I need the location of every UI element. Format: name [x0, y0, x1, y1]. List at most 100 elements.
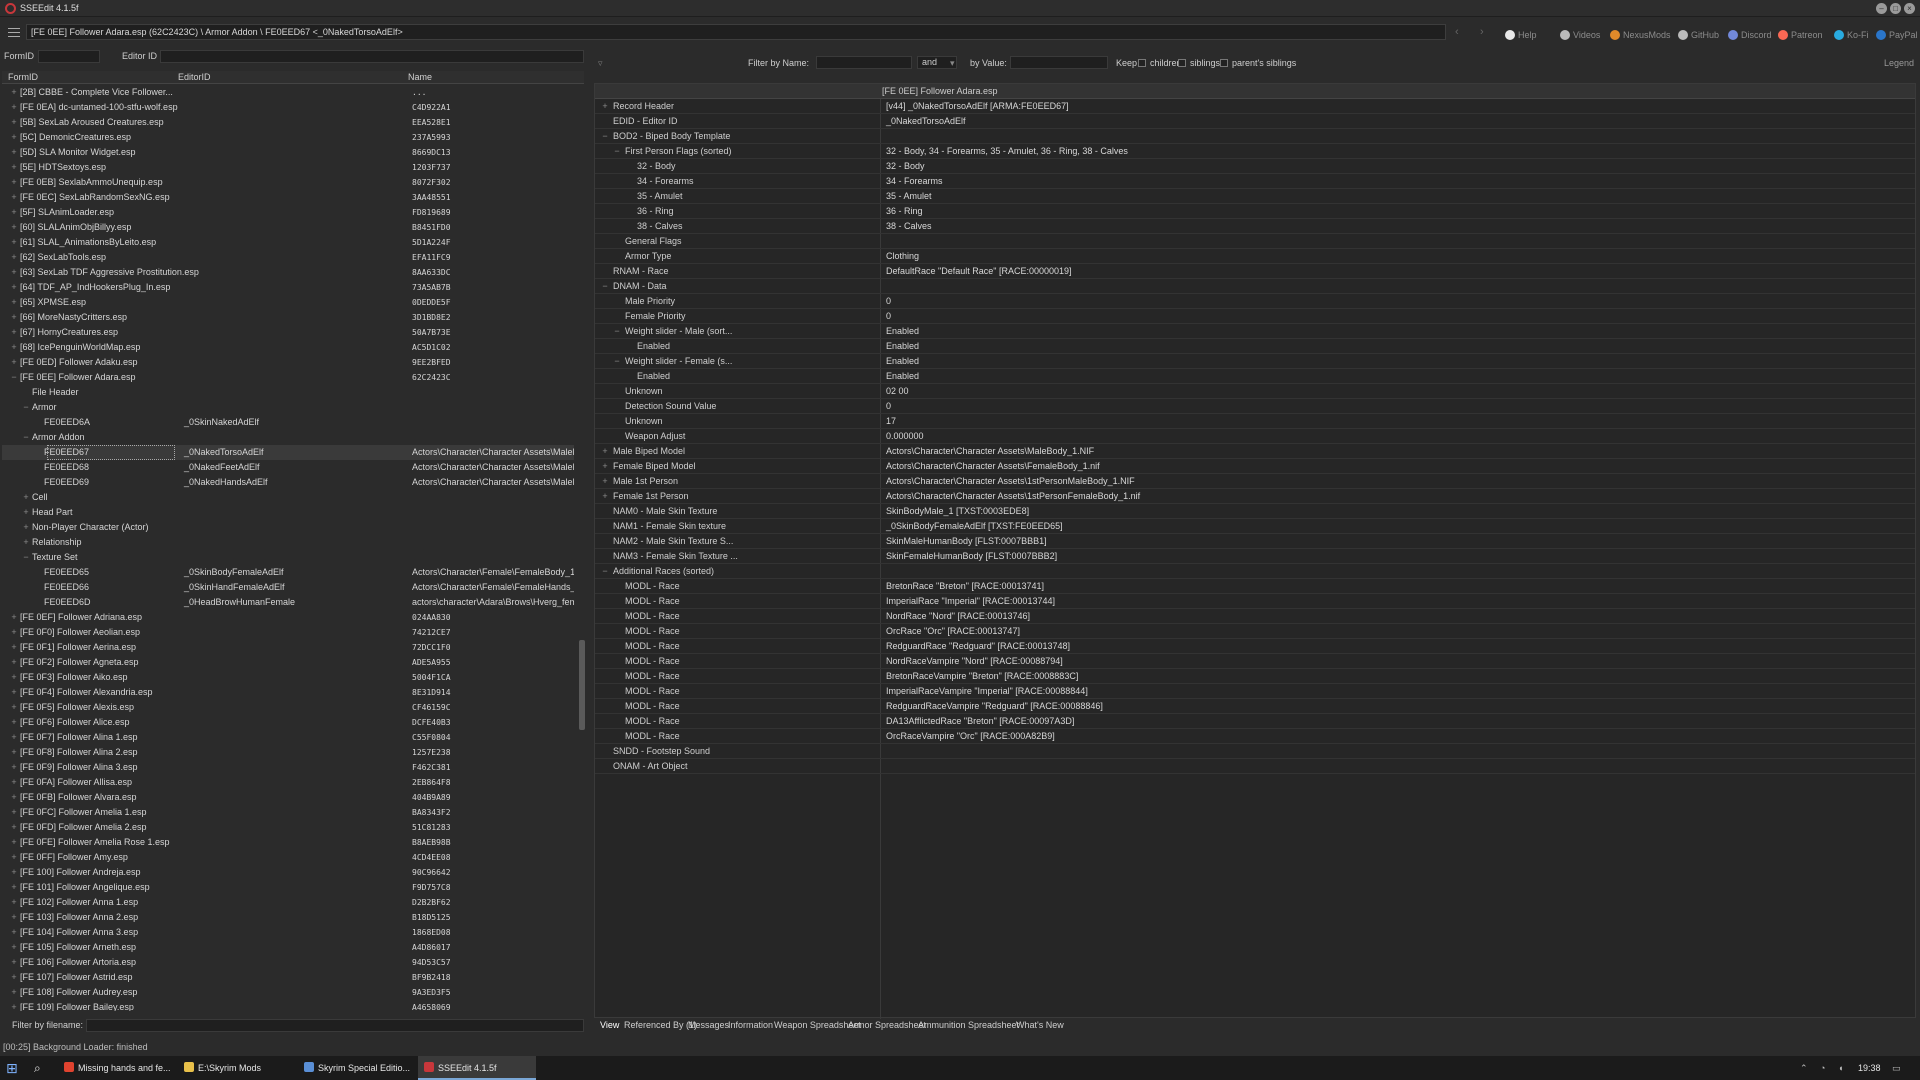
record-field-row[interactable]: 36 - Ring 36 - Ring: [595, 204, 1915, 219]
expand-icon[interactable]: +: [10, 925, 18, 940]
expand-icon[interactable]: +: [601, 489, 609, 504]
expand-icon[interactable]: +: [10, 175, 18, 190]
record-field-value[interactable]: Actors\Character\Character Assets\1stPer…: [886, 489, 1140, 504]
tree-row[interactable]: + [FE 0F9] Follower Alina 3.esp F462C381: [2, 760, 574, 775]
record-path-field[interactable]: [FE 0EE] Follower Adara.esp (62C2423C) \…: [26, 24, 1446, 40]
expand-icon[interactable]: +: [10, 265, 18, 280]
plugin-tree[interactable]: + [2B] CBBE - Complete Vice Follower.....…: [2, 85, 574, 1011]
record-field-row[interactable]: − BOD2 - Biped Body Template: [595, 129, 1915, 144]
filter-value-input[interactable]: [1010, 56, 1108, 69]
legend-button[interactable]: Legend: [1884, 58, 1914, 68]
expand-icon[interactable]: +: [10, 745, 18, 760]
record-field-value[interactable]: 0: [886, 294, 891, 309]
record-field-row[interactable]: MODL - Race ImperialRaceVampire "Imperial…: [595, 684, 1915, 699]
tree-row[interactable]: + [67] HornyCreatures.esp 50A7B73E: [2, 325, 574, 340]
collapse-icon[interactable]: −: [22, 550, 30, 565]
tree-row[interactable]: + [FE 0F1] Follower Aerina.esp 72DCC1F0: [2, 640, 574, 655]
record-field-value[interactable]: 35 - Amulet: [886, 189, 932, 204]
keep-siblings-checkbox[interactable]: [1178, 59, 1186, 67]
expand-icon[interactable]: +: [10, 880, 18, 895]
expand-icon[interactable]: +: [601, 474, 609, 489]
column-editorid[interactable]: EditorID: [178, 72, 211, 82]
record-field-value[interactable]: DA13AfflictedRace "Breton" [RACE:00097A3…: [886, 714, 1074, 729]
left-scrollbar-thumb[interactable]: [579, 640, 585, 730]
expand-icon[interactable]: +: [10, 235, 18, 250]
tree-row[interactable]: + [FE 100] Follower Andreja.esp 90C96642: [2, 865, 574, 880]
collapse-icon[interactable]: −: [22, 430, 30, 445]
record-field-value[interactable]: ImperialRaceVampire "Imperial" [RACE:000…: [886, 684, 1088, 699]
toplink-patreon[interactable]: Patreon: [1778, 30, 1823, 40]
toplink-ko-fi[interactable]: Ko-Fi: [1834, 30, 1869, 40]
tree-row[interactable]: FE0EED69 _0NakedHandsAdElf Actors\Characte…: [2, 475, 574, 490]
collapse-icon[interactable]: −: [613, 324, 621, 339]
record-field-row[interactable]: MODL - Race OrcRaceVampire "Orc" [RACE:00…: [595, 729, 1915, 744]
chevron-down-icon[interactable]: ▾: [950, 58, 955, 69]
back-arrow-icon[interactable]: ‹: [1455, 26, 1459, 38]
record-field-value[interactable]: DefaultRace "Default Race" [RACE:0000001…: [886, 264, 1072, 279]
tree-row[interactable]: + Non-Player Character (Actor): [2, 520, 574, 535]
record-field-row[interactable]: MODL - Race BretonRaceVampire "Breton" [R…: [595, 669, 1915, 684]
tree-row[interactable]: + [5E] HDTSextoys.esp 1203F737: [2, 160, 574, 175]
tree-row[interactable]: + [FE 0FB] Follower Alvara.esp 404B9A89: [2, 790, 574, 805]
tree-row[interactable]: FE0EED6D _0HeadBrowHumanFemale actors\char…: [2, 595, 574, 610]
record-field-value[interactable]: Actors\Character\Character Assets\MaleBo…: [886, 444, 1094, 459]
record-field-value[interactable]: NordRace "Nord" [RACE:00013746]: [886, 609, 1030, 624]
tree-row[interactable]: − Armor Addon: [2, 430, 574, 445]
tree-row[interactable]: − [FE 0EE] Follower Adara.esp 62C2423C: [2, 370, 574, 385]
tree-row[interactable]: + [62] SexLabTools.esp EFA11FC9: [2, 250, 574, 265]
record-field-value[interactable]: 02 00: [886, 384, 909, 399]
tree-row[interactable]: + [FE 102] Follower Anna 1.esp D2B2BF62: [2, 895, 574, 910]
filter-filename-input[interactable]: [86, 1019, 584, 1032]
keep-parents-siblings-checkbox[interactable]: [1220, 59, 1228, 67]
tree-row[interactable]: + [5D] SLA Monitor Widget.esp 8669DC13: [2, 145, 574, 160]
notification-icon[interactable]: ▭: [1892, 1056, 1901, 1080]
record-field-value[interactable]: 38 - Calves: [886, 219, 932, 234]
record-field-row[interactable]: EDID - Editor ID _0NakedTorsoAdElf: [595, 114, 1915, 129]
tree-row[interactable]: + [FE 107] Follower Astrid.esp BF9B2418: [2, 970, 574, 985]
toplink-discord[interactable]: Discord: [1728, 30, 1772, 40]
toplink-paypal[interactable]: PayPal: [1876, 30, 1918, 40]
tree-row[interactable]: + [FE 0F7] Follower Alina 1.esp C55F0804: [2, 730, 574, 745]
collapse-icon[interactable]: −: [10, 370, 18, 385]
record-field-value[interactable]: SkinFemaleHumanBody [FLST:0007BBB2]: [886, 549, 1057, 564]
record-field-row[interactable]: − First Person Flags (sorted) 32 - Body, 3…: [595, 144, 1915, 159]
record-field-value[interactable]: SkinBodyMale_1 [TXST:0003EDE8]: [886, 504, 1029, 519]
record-field-value[interactable]: BretonRace "Breton" [RACE:00013741]: [886, 579, 1044, 594]
search-icon[interactable]: ⌕: [34, 1056, 41, 1080]
tree-row[interactable]: FE0EED65 _0SkinBodyFemaleAdElf Actors\Char…: [2, 565, 574, 580]
record-field-row[interactable]: 35 - Amulet 35 - Amulet: [595, 189, 1915, 204]
record-field-value[interactable]: OrcRaceVampire "Orc" [RACE:000A82B9]: [886, 729, 1055, 744]
record-field-value[interactable]: Actors\Character\Character Assets\Female…: [886, 459, 1100, 474]
record-field-row[interactable]: NAM3 - Female Skin Texture ... SkinFemale…: [595, 549, 1915, 564]
tree-row[interactable]: + [61] SLAL_AnimationsByLeito.esp 5D1A224F: [2, 235, 574, 250]
collapse-icon[interactable]: −: [22, 400, 30, 415]
expand-icon[interactable]: +: [22, 490, 30, 505]
record-field-row[interactable]: Weapon Adjust 0.000000: [595, 429, 1915, 444]
record-field-value[interactable]: BretonRaceVampire "Breton" [RACE:0008883…: [886, 669, 1078, 684]
record-field-row[interactable]: MODL - Race OrcRace "Orc" [RACE:00013747]: [595, 624, 1915, 639]
record-field-row[interactable]: Detection Sound Value 0: [595, 399, 1915, 414]
record-field-value[interactable]: _0SkinBodyFemaleAdElf [TXST:FE0EED65]: [886, 519, 1063, 534]
record-field-value[interactable]: Enabled: [886, 354, 919, 369]
record-field-row[interactable]: 32 - Body 32 - Body: [595, 159, 1915, 174]
toplink-videos[interactable]: Videos: [1560, 30, 1600, 40]
tree-row[interactable]: + [FE 0F0] Follower Aeolian.esp 74212CE7: [2, 625, 574, 640]
taskbar-item[interactable]: Skyrim Special Editio...: [298, 1056, 414, 1080]
record-field-row[interactable]: SNDD - Footstep Sound: [595, 744, 1915, 759]
expand-icon[interactable]: +: [601, 459, 609, 474]
expand-icon[interactable]: +: [10, 685, 18, 700]
collapse-icon[interactable]: −: [601, 279, 609, 294]
expand-icon[interactable]: +: [10, 850, 18, 865]
expand-icon[interactable]: +: [10, 775, 18, 790]
taskbar-item[interactable]: E:\Skyrim Mods: [178, 1056, 294, 1080]
tree-row[interactable]: + [FE 0FE] Follower Amelia Rose 1.esp B8AE…: [2, 835, 574, 850]
expand-icon[interactable]: +: [22, 535, 30, 550]
record-field-value[interactable]: _0NakedTorsoAdElf: [886, 114, 966, 129]
record-field-value[interactable]: 0.000000: [886, 429, 924, 444]
tree-row[interactable]: + [FE 0EC] SexLabRandomSexNG.esp 3AA48551: [2, 190, 574, 205]
tree-row[interactable]: + [FE 108] Follower Audrey.esp 9A3ED3F5: [2, 985, 574, 1000]
record-field-value[interactable]: Actors\Character\Character Assets\1stPer…: [886, 474, 1135, 489]
expand-icon[interactable]: +: [10, 160, 18, 175]
collapse-icon[interactable]: −: [601, 564, 609, 579]
expand-icon[interactable]: +: [22, 520, 30, 535]
